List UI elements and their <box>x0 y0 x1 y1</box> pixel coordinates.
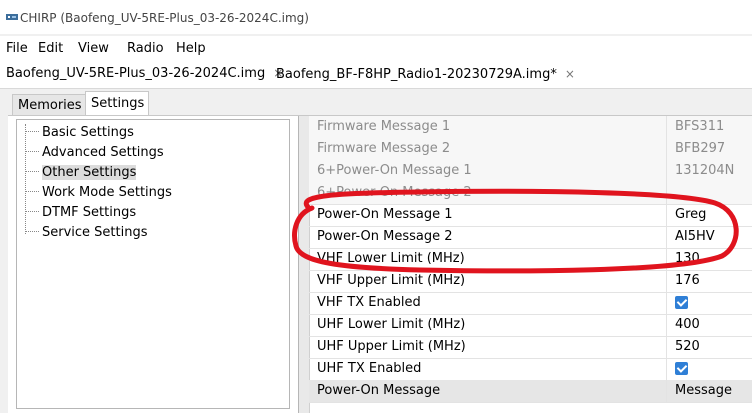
table-row: 6+Power-On Message 1 131204N <box>309 160 752 183</box>
tree-item-other-settings[interactable]: Other Settings <box>25 162 137 182</box>
document-tabs: Baofeng_UV-5RE-Plus_03-26-2024C.img × Ba… <box>0 60 752 89</box>
table-row: Firmware Message 1 BFS311 <box>309 116 752 139</box>
setting-name: 6+Power-On Message 1 <box>309 160 667 182</box>
setting-name: UHF Lower Limit (MHz) <box>309 314 667 336</box>
setting-name: Power-On Message 1 <box>309 204 667 226</box>
setting-name: VHF TX Enabled <box>309 292 667 314</box>
uhf-tx-enabled-checkbox[interactable] <box>675 362 688 375</box>
setting-value: BFB297 <box>667 138 752 160</box>
table-row[interactable]: VHF Lower Limit (MHz) 130 <box>309 248 752 271</box>
table-row[interactable]: Power-On Message Message <box>309 380 752 403</box>
menu-edit[interactable]: Edit <box>38 41 63 56</box>
table-row[interactable]: UHF Lower Limit (MHz) 400 <box>309 314 752 337</box>
tree-item-service-settings[interactable]: Service Settings <box>25 222 148 242</box>
uhf-tx-enabled-cell <box>667 358 752 380</box>
tab-uv5re-plus[interactable]: Baofeng_UV-5RE-Plus_03-26-2024C.img × <box>0 60 290 88</box>
tab-label: Baofeng_UV-5RE-Plus_03-26-2024C.img <box>6 65 266 81</box>
setting-name: 6+Power-On Message 2 <box>309 182 667 204</box>
uhf-upper-limit-field[interactable]: 520 <box>667 336 752 358</box>
tree-item-dtmf-settings[interactable]: DTMF Settings <box>25 202 136 222</box>
setting-name: UHF Upper Limit (MHz) <box>309 336 667 358</box>
title-bar: CHIRP (Baofeng_UV-5RE-Plus_03-26-2024C.i… <box>0 0 752 34</box>
setting-name: VHF Lower Limit (MHz) <box>309 248 667 270</box>
setting-value: 131204N <box>667 160 752 182</box>
tree-item-basic-settings[interactable]: Basic Settings <box>25 122 134 142</box>
vhf-tx-enabled-checkbox[interactable] <box>675 296 688 309</box>
table-row[interactable]: VHF TX Enabled <box>309 292 752 315</box>
radio-icon <box>6 14 18 20</box>
window-title: CHIRP (Baofeng_UV-5RE-Plus_03-26-2024C.i… <box>20 11 309 25</box>
menu-help[interactable]: Help <box>176 41 206 56</box>
power-on-message-1-field[interactable]: Greg <box>667 204 752 226</box>
vhf-upper-limit-field[interactable]: 176 <box>667 270 752 292</box>
tab-bf-f8hp[interactable]: Baofeng_BF-F8HP_Radio1-20230729A.img* × <box>270 60 581 88</box>
settings-grid: Firmware Message 1 BFS311 Firmware Messa… <box>298 116 752 413</box>
table-row: 6+Power-On Message 2 <box>309 182 752 205</box>
uhf-lower-limit-field[interactable]: 400 <box>667 314 752 336</box>
tree-item-advanced-settings[interactable]: Advanced Settings <box>25 142 164 162</box>
vhf-lower-limit-field[interactable]: 130 <box>667 248 752 270</box>
menu-radio[interactable]: Radio <box>127 41 164 56</box>
tab-memories[interactable]: Memories <box>12 94 92 116</box>
close-icon[interactable]: × <box>565 67 575 81</box>
setting-name: Power-On Message 2 <box>309 226 667 248</box>
vhf-tx-enabled-cell <box>667 292 752 314</box>
power-on-message-select[interactable]: Message <box>667 380 752 402</box>
settings-panel: Basic Settings Advanced Settings Other S… <box>8 115 752 413</box>
tree-item-work-mode-settings[interactable]: Work Mode Settings <box>25 182 172 202</box>
table-row[interactable]: UHF TX Enabled <box>309 358 752 381</box>
setting-name: UHF TX Enabled <box>309 358 667 380</box>
table-row[interactable]: Power-On Message 1 Greg <box>309 204 752 227</box>
setting-value: BFS311 <box>667 116 752 138</box>
setting-name: Firmware Message 1 <box>309 116 667 138</box>
tab-label: Baofeng_BF-F8HP_Radio1-20230729A.img* <box>276 66 557 82</box>
setting-name: Firmware Message 2 <box>309 138 667 160</box>
table-row[interactable]: Power-On Message 2 AI5HV <box>309 226 752 249</box>
setting-name: Power-On Message <box>309 380 667 402</box>
menu-bar: File Edit View Radio Help <box>0 36 752 60</box>
table-row[interactable]: VHF Upper Limit (MHz) 176 <box>309 270 752 293</box>
setting-value <box>667 182 752 204</box>
settings-tree: Basic Settings Advanced Settings Other S… <box>16 119 290 409</box>
tab-settings[interactable]: Settings <box>85 91 149 116</box>
menu-file[interactable]: File <box>6 41 28 56</box>
power-on-message-2-field[interactable]: AI5HV <box>667 226 752 248</box>
table-row[interactable]: UHF Upper Limit (MHz) 520 <box>309 336 752 359</box>
menu-view[interactable]: View <box>78 41 109 56</box>
setting-name: VHF Upper Limit (MHz) <box>309 270 667 292</box>
table-row: Firmware Message 2 BFB297 <box>309 138 752 161</box>
